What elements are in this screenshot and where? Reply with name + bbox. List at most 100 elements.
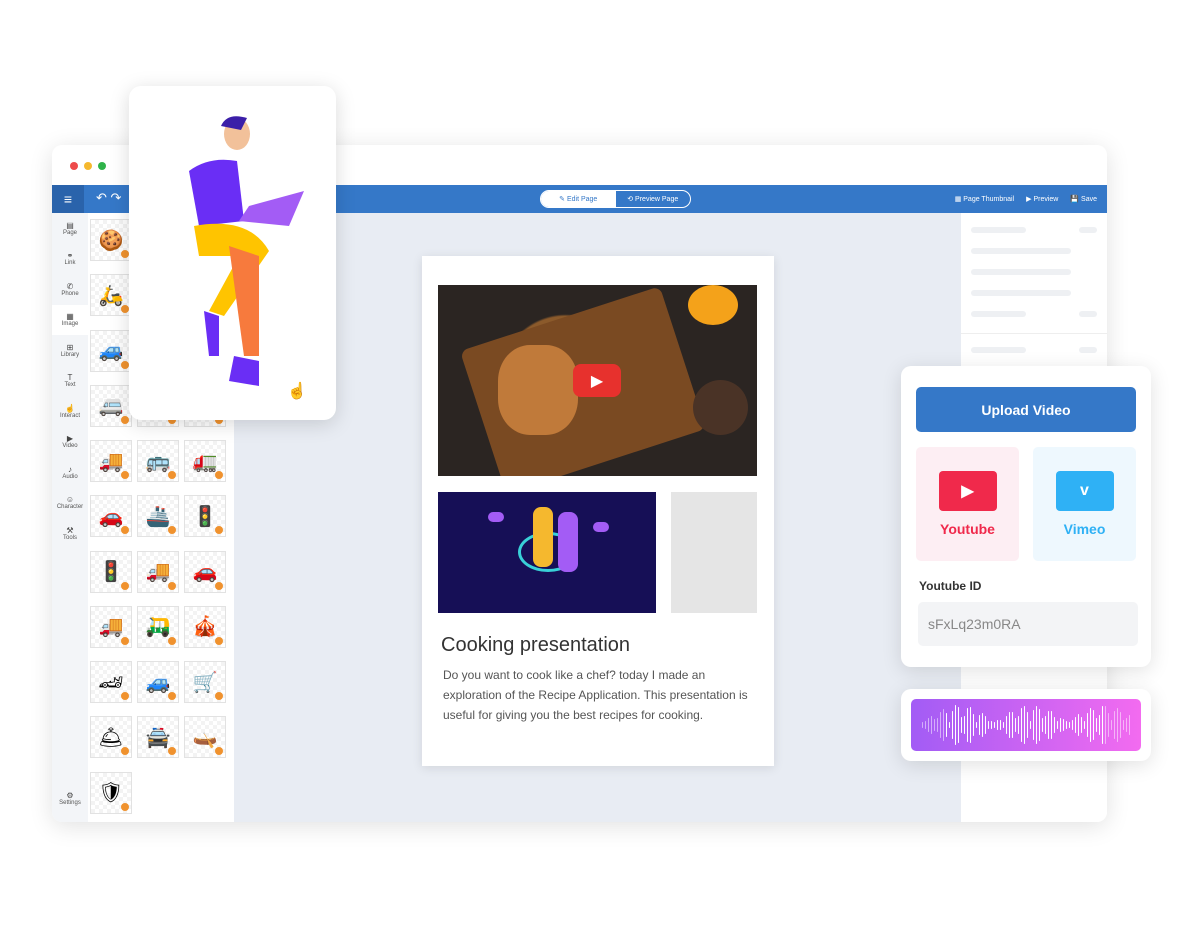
save-button[interactable]: 💾 Save [1070, 195, 1097, 203]
upload-video-button[interactable]: Upload Video [916, 387, 1136, 432]
waveform-bar [1011, 712, 1014, 738]
audio-waveform[interactable] [911, 699, 1141, 751]
asset-tile[interactable]: 🍪 [90, 219, 132, 261]
waveform-bar [1002, 721, 1005, 729]
image-icon: ▦ [66, 312, 74, 322]
interact-icon: ☝ [65, 403, 75, 413]
asset-image: 🚦 [192, 505, 218, 528]
maximize-dot[interactable] [98, 162, 106, 170]
sidebar-item-text[interactable]: T Text [52, 366, 88, 397]
youtube-id-input[interactable] [918, 602, 1138, 646]
sidebar-item-label: Phone [61, 290, 79, 297]
waveform-bar [1014, 718, 1017, 732]
asset-image: 🚚 [145, 561, 171, 584]
sidebar-item-settings[interactable]: ⚙ Settings [52, 784, 88, 815]
crown-badge-icon [168, 636, 176, 645]
image-placeholder [671, 492, 757, 613]
asset-tile[interactable]: 🛶 [184, 716, 226, 759]
waveform-bar [1035, 705, 1038, 745]
asset-image: 🛺 [145, 616, 171, 639]
preview-icon: ⟲ [627, 196, 636, 203]
asset-tile[interactable]: 🏎 [90, 661, 132, 704]
play-icon[interactable]: ▶ [573, 364, 621, 397]
sidebar-item-label: Library [60, 351, 80, 358]
sidebar-item-interact[interactable]: ☝ Interact [52, 396, 88, 427]
crown-badge-icon [168, 526, 176, 535]
sidebar-item-image[interactable]: ▦ Image [52, 304, 88, 335]
sidebar-item-phone[interactable]: ✆ Phone [52, 274, 88, 305]
preview-page-tab[interactable]: ⟲ Preview Page [616, 191, 691, 207]
asset-tile[interactable]: 🚦 [90, 550, 132, 593]
asset-tile[interactable]: 🛡 [90, 771, 132, 814]
asset-tile[interactable]: 🚢 [137, 495, 179, 538]
sidebar-item-character[interactable]: ☺ Character [52, 488, 88, 519]
sidebar-item-library[interactable]: ⊞ Library [52, 335, 88, 366]
sidebar-item-label: Character [56, 504, 84, 511]
asset-tile[interactable]: 🚔 [137, 716, 179, 759]
asset-tile[interactable]: 🛒 [184, 661, 226, 704]
asset-tile[interactable]: 🛵 [90, 274, 132, 317]
edit-page-tab[interactable]: ✎ Edit Page [541, 191, 616, 207]
asset-tile[interactable]: 🚚 [137, 550, 179, 593]
crown-badge-icon [121, 526, 129, 535]
waveform-bar [1005, 716, 1008, 734]
asset-tile[interactable]: 🚛 [184, 440, 226, 483]
page-thumbnail-button[interactable]: ▦ Page Thumbnail [955, 195, 1014, 203]
waveform-bar [966, 708, 969, 742]
asset-tile[interactable]: 🎪 [184, 605, 226, 648]
asset-image: 🚚 [98, 450, 124, 473]
waveform-bar [924, 720, 927, 730]
asset-image: 🚙 [98, 340, 124, 363]
undo-icon[interactable]: ↶ [96, 190, 107, 205]
waveform-bar [1101, 706, 1104, 744]
crown-badge-icon [168, 581, 176, 590]
asset-tile[interactable]: 🚚 [90, 440, 132, 483]
asset-tile[interactable]: 🚌 [137, 440, 179, 483]
asset-tile[interactable]: 🚗 [184, 550, 226, 593]
asset-tile[interactable]: 🚐 [90, 384, 132, 427]
waveform-bar [1020, 708, 1023, 742]
waveform-bar [1029, 720, 1032, 730]
preview-button[interactable]: ▶ Preview [1026, 195, 1058, 203]
sidebar-item-video[interactable]: ▶ Video [52, 427, 88, 458]
video-thumbnail[interactable]: ▶ [438, 285, 757, 476]
asset-tile[interactable]: 🚙 [137, 661, 179, 704]
redo-icon[interactable]: ↷ [111, 190, 122, 205]
sidebar-item-audio[interactable]: ♪ Audio [52, 457, 88, 488]
asset-tile[interactable]: 🚚 [90, 605, 132, 648]
waveform-bar [1062, 719, 1065, 731]
waveform-bar [1050, 711, 1053, 739]
sidebar-item-tools[interactable]: ⚒ Tools [52, 518, 88, 549]
close-dot[interactable] [70, 162, 78, 170]
waveform-bar [1041, 717, 1044, 733]
crown-badge-icon [121, 360, 129, 369]
sidebar: ▤ Page ⚭ Link ✆ Phone ▦ Image ⊞ Library T Text ☝ Inte… [52, 213, 88, 822]
asset-tile[interactable]: 🚗 [90, 495, 132, 538]
page-title: Cooking presentation [441, 634, 631, 656]
asset-image: 🚌 [145, 450, 171, 473]
asset-image: 🚙 [145, 671, 171, 694]
youtube-option[interactable]: ▶ Youtube [916, 447, 1019, 561]
waveform-bar [1047, 710, 1050, 740]
asset-tile[interactable]: 🚦 [184, 495, 226, 538]
waveform-bar [1083, 720, 1086, 730]
crown-badge-icon [215, 636, 223, 645]
waveform-bar [927, 717, 930, 733]
waveform-bar [978, 714, 981, 736]
asset-tile[interactable]: 🚙 [90, 329, 132, 372]
asset-image: 🚗 [98, 505, 124, 528]
video-upload-panel: Upload Video ▶ Youtube v Vimeo Youtube I… [901, 366, 1151, 667]
asset-tile[interactable]: 🛺 [137, 605, 179, 648]
waveform-bar [1122, 719, 1125, 731]
text-icon: T [67, 373, 73, 383]
illustration-image [438, 492, 656, 613]
sidebar-item-page[interactable]: ▤ Page [52, 213, 88, 244]
sidebar-item-label: Audio [62, 473, 78, 480]
waveform-bar [1104, 705, 1107, 745]
asset-tile[interactable]: 🛎 [90, 716, 132, 759]
minimize-dot[interactable] [84, 162, 92, 170]
crown-badge-icon [121, 250, 129, 258]
hamburger-icon[interactable]: ≡ [52, 185, 84, 213]
vimeo-option[interactable]: v Vimeo [1033, 447, 1136, 561]
sidebar-item-link[interactable]: ⚭ Link [52, 244, 88, 275]
